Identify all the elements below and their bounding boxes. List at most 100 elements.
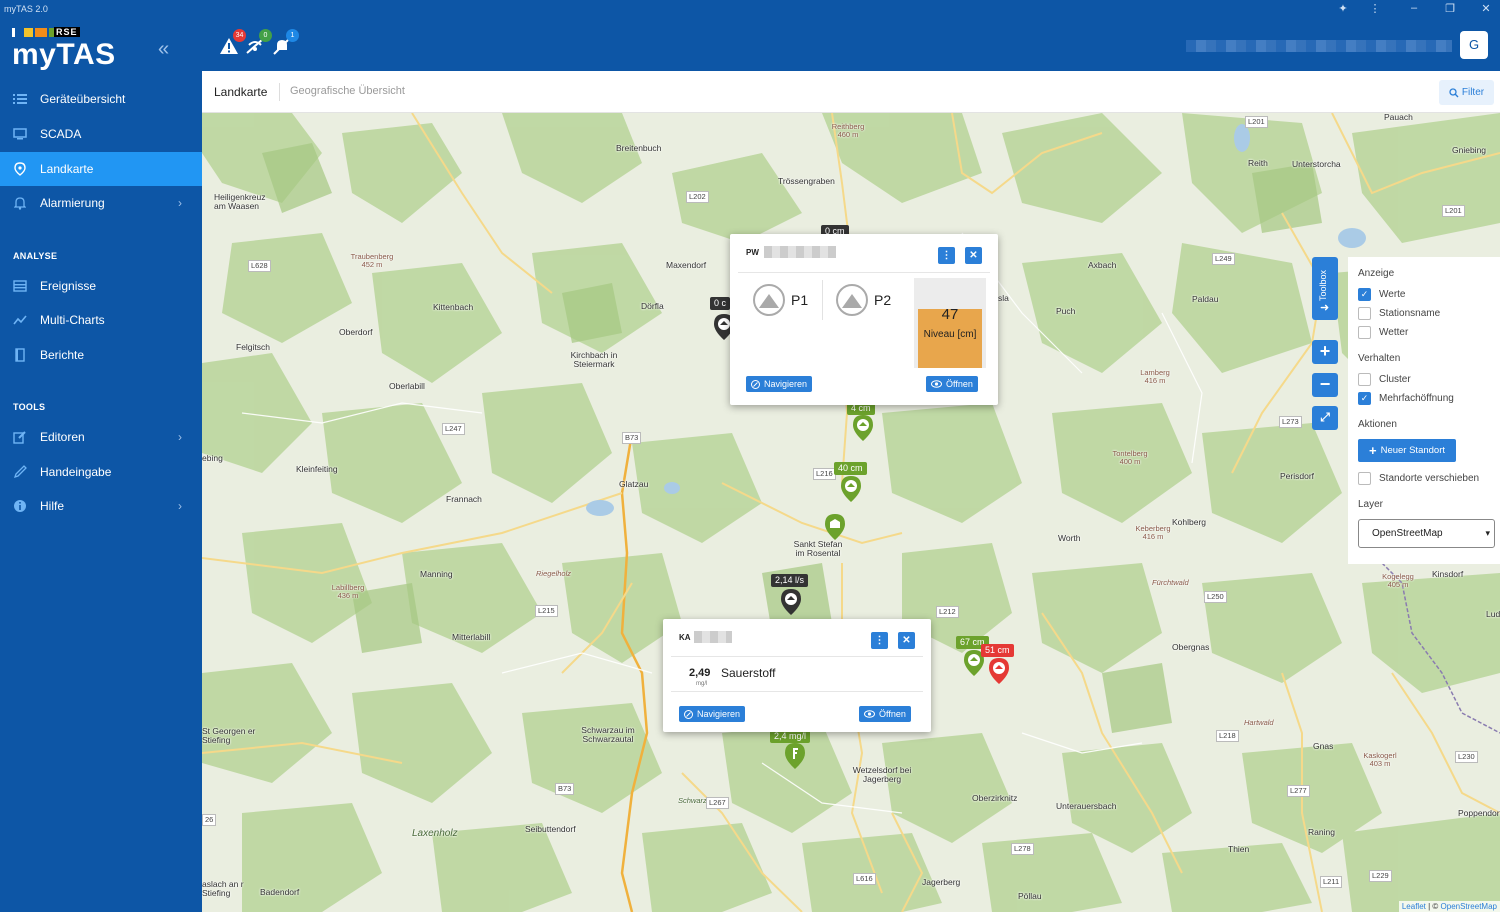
- sidebar-item-editoren[interactable]: Editoren ›: [0, 420, 202, 454]
- alarm-marker[interactable]: [989, 658, 1009, 684]
- place-label: Pauach: [1384, 113, 1413, 122]
- sidebar-item-handeingabe[interactable]: Handeingabe: [0, 455, 202, 489]
- road-label: L273: [1279, 416, 1302, 428]
- compass-icon: [751, 379, 760, 389]
- filter-button[interactable]: Filter: [1439, 80, 1494, 105]
- place-label: Mitterlabill: [452, 632, 491, 642]
- option-werte[interactable]: ✓ Werte: [1358, 288, 1406, 301]
- place-label: Gniebing: [1452, 145, 1487, 155]
- sidebar-item-landkarte[interactable]: Landkarte: [0, 152, 202, 186]
- building-marker[interactable]: [825, 514, 845, 540]
- toolbox-toggle[interactable]: Toolbox ➜: [1312, 257, 1338, 320]
- sidebar-item-scada[interactable]: SCADA: [0, 117, 202, 151]
- bell-off-icon[interactable]: 1: [272, 29, 299, 56]
- sidebar-item-label: Berichte: [40, 348, 85, 362]
- checkbox-checked[interactable]: ✓: [1358, 288, 1371, 301]
- station-marker[interactable]: [841, 476, 861, 502]
- filter-label: Filter: [1461, 87, 1485, 98]
- chevron-right-icon: ›: [178, 430, 182, 444]
- station-marker[interactable]: [781, 589, 801, 615]
- signal-off-icon[interactable]: 0: [245, 29, 272, 56]
- open-button[interactable]: Öffnen: [859, 706, 911, 722]
- checkbox-checked[interactable]: ✓: [1358, 392, 1371, 405]
- option-stationsname[interactable]: Stationsname: [1358, 307, 1440, 320]
- popup-title: PW: [746, 248, 759, 257]
- road-label: L278: [1011, 843, 1034, 855]
- place-label: Kinsdorf: [1432, 569, 1464, 579]
- place-label: Kogelegg 405 m: [1382, 572, 1414, 589]
- road-label: L616: [853, 873, 876, 885]
- more-vert-icon[interactable]: ⋮: [938, 247, 955, 264]
- map-canvas[interactable]: Breitenbuch Reithberg 460 m Trössengrabe…: [202, 113, 1500, 912]
- checkbox[interactable]: [1358, 326, 1371, 339]
- checkbox[interactable]: [1358, 373, 1371, 386]
- section-heading-aktionen: Aktionen: [1358, 419, 1397, 430]
- user-avatar[interactable]: G: [1460, 31, 1488, 59]
- fullscreen-icon[interactable]: ⤢: [1312, 406, 1338, 430]
- option-cluster[interactable]: Cluster: [1358, 373, 1411, 386]
- option-standorte-verschieben[interactable]: Standorte verschieben: [1358, 472, 1479, 485]
- place-label: Paldau: [1192, 294, 1219, 304]
- place-label: Manning: [420, 569, 453, 579]
- arrow-right-icon: ➜: [1320, 302, 1330, 314]
- logo[interactable]: myTAS: [12, 38, 116, 72]
- new-location-button[interactable]: + Neuer Standort: [1358, 439, 1456, 462]
- pump-p2: P2: [836, 284, 891, 316]
- station-name-redacted: [694, 631, 732, 643]
- pump-divider: [822, 280, 823, 320]
- place-label: Badendorf: [260, 887, 300, 897]
- monitor-icon: [0, 128, 40, 140]
- toolbox-label: Toolbox: [1318, 269, 1328, 301]
- leaflet-link[interactable]: Leaflet: [1402, 902, 1426, 911]
- option-wetter[interactable]: Wetter: [1358, 326, 1408, 339]
- place-label: Puch: [1056, 306, 1076, 316]
- sidebar-item-multi-charts[interactable]: Multi-Charts: [0, 303, 202, 337]
- station-marker[interactable]: [853, 415, 873, 441]
- zoom-out-button[interactable]: −: [1312, 373, 1338, 397]
- chevron-down-icon: ▾: [1485, 528, 1490, 538]
- road-label: L277: [1287, 785, 1310, 797]
- place-label: sla: [998, 293, 1009, 303]
- search-icon: [1449, 87, 1459, 97]
- navigate-button[interactable]: Navigieren: [679, 706, 746, 722]
- navigate-button[interactable]: Navigieren: [746, 376, 813, 392]
- sidebar-item-alarmierung[interactable]: Alarmierung ›: [0, 186, 202, 220]
- zoom-in-button[interactable]: +: [1312, 340, 1338, 364]
- layer-select[interactable]: OpenStreetMap ▾: [1358, 519, 1495, 548]
- toolbox-panel: Anzeige ✓ Werte Stationsname Wetter Verh…: [1348, 257, 1500, 564]
- place-label: Labillberg 436 m: [331, 583, 365, 600]
- close-window-icon[interactable]: ✕: [1476, 2, 1496, 15]
- pencil-icon: [0, 465, 40, 479]
- sidebar-item-berichte[interactable]: Berichte: [0, 338, 202, 372]
- sensor-name: Sauerstoff: [721, 666, 776, 680]
- place-label: Riegelholz: [536, 569, 572, 578]
- warning-icon[interactable]: 34: [219, 29, 246, 56]
- osm-link[interactable]: OpenStreetMap: [1441, 902, 1497, 911]
- plus-icon: +: [1368, 443, 1377, 458]
- more-vert-icon[interactable]: ⋮: [871, 632, 888, 649]
- place-label: Worth: [1058, 533, 1081, 543]
- sidebar-item-hilfe[interactable]: Hilfe ›: [0, 489, 202, 523]
- info-icon: [0, 499, 40, 513]
- more-vert-icon[interactable]: ⋮: [1365, 2, 1385, 15]
- plant-marker[interactable]: [785, 743, 805, 769]
- road-label: L229: [1369, 870, 1392, 882]
- section-heading-tools: TOOLS: [13, 402, 46, 412]
- road-label: L249: [1212, 253, 1235, 265]
- sidebar-item-geraeteuebersicht[interactable]: Geräteübersicht: [0, 82, 202, 116]
- maximize-icon[interactable]: ❐: [1440, 2, 1460, 15]
- extension-icon[interactable]: ✦: [1333, 2, 1353, 15]
- option-mehrfachoeffnung[interactable]: ✓ Mehrfachöffnung: [1358, 392, 1454, 405]
- marker-label: 51 cm: [981, 644, 1014, 657]
- collapse-sidebar-icon[interactable]: «: [158, 38, 169, 61]
- checkbox[interactable]: [1358, 307, 1371, 320]
- sidebar-item-ereignisse[interactable]: Ereignisse: [0, 269, 202, 303]
- close-icon[interactable]: ✕: [965, 247, 982, 264]
- checkbox[interactable]: [1358, 472, 1371, 485]
- sidebar-item-label: Multi-Charts: [40, 313, 105, 327]
- open-button[interactable]: Öffnen: [926, 376, 978, 392]
- close-icon[interactable]: ✕: [898, 632, 915, 649]
- minimize-icon[interactable]: –: [1404, 2, 1424, 14]
- place-label: Obergnas: [1172, 642, 1210, 652]
- place-label: Maxendorf: [666, 260, 707, 270]
